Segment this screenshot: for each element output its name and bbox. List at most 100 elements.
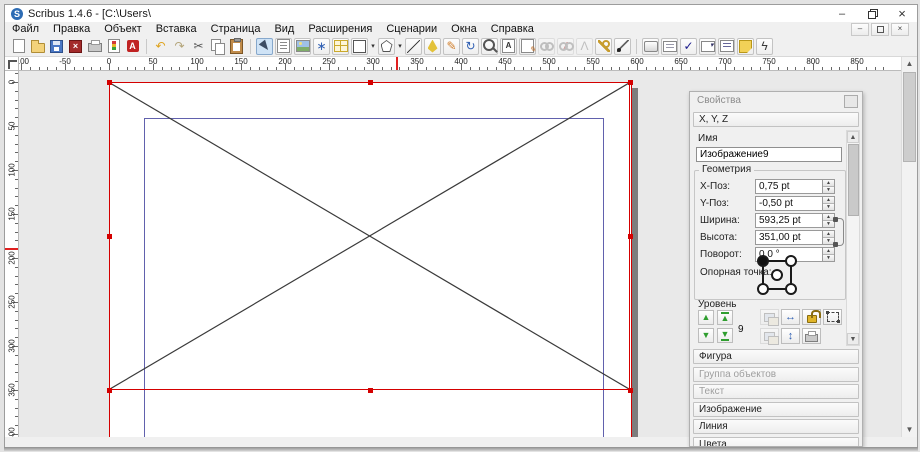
selection-handle-br[interactable] [628, 388, 633, 393]
restore-button[interactable] [857, 5, 887, 22]
rotate-item-button[interactable]: ↻ [462, 38, 479, 55]
scroll-up-icon[interactable]: ▲ [902, 57, 917, 71]
x-pos-spin-buttons[interactable]: ▲▼ [822, 180, 834, 193]
basepoint-top-left[interactable] [757, 255, 769, 267]
selection-handle-mr[interactable] [628, 234, 633, 239]
pdf-combo-box-button[interactable] [699, 38, 716, 55]
menu-item-6[interactable]: Расширения [301, 22, 379, 36]
palette-title-bar[interactable]: Свойства [690, 92, 862, 109]
menu-item-4[interactable]: Страница [204, 22, 268, 36]
insert-render-frame-button[interactable]: ∗ [313, 38, 330, 55]
section-shape[interactable]: Фигура [693, 349, 859, 364]
height-spinbox[interactable]: 351,00 pt▲▼ [755, 230, 835, 245]
measurements-button[interactable]: Λ [576, 38, 593, 55]
palette-scroll-up-icon[interactable]: ▲ [847, 131, 859, 143]
horizontal-ruler[interactable]: -100-50050100150200250300350400450500550… [19, 57, 901, 71]
minimize-button[interactable]: – [827, 5, 857, 22]
palette-scroll-down-icon[interactable]: ▼ [847, 333, 859, 345]
mdi-restore-button[interactable] [871, 23, 889, 36]
basepoint-center[interactable] [771, 269, 783, 281]
selection-handle-bl[interactable] [107, 388, 112, 393]
menu-item-5[interactable]: Вид [267, 22, 301, 36]
preflight-verifier-button[interactable] [105, 38, 122, 55]
menu-item-9[interactable]: Справка [484, 22, 541, 36]
print-button[interactable] [86, 38, 103, 55]
redo-button[interactable]: ↷ [171, 38, 188, 55]
insert-shape-button[interactable] [351, 38, 368, 55]
group-button[interactable] [760, 309, 779, 325]
object-name-input[interactable] [696, 147, 842, 162]
spin-down-icon[interactable]: ▼ [823, 254, 834, 261]
save-document-button[interactable] [48, 38, 65, 55]
ruler-origin-button[interactable] [5, 57, 19, 71]
cut-button[interactable]: ✂ [190, 38, 207, 55]
menu-item-8[interactable]: Окна [444, 22, 484, 36]
section-line[interactable]: Линия [693, 419, 859, 434]
selection-handle-tl[interactable] [107, 80, 112, 85]
story-editor-button[interactable] [519, 38, 536, 55]
paste-button[interactable] [228, 38, 245, 55]
tab-xyz[interactable]: X, Y, Z [693, 112, 859, 127]
insert-image-frame-button[interactable] [294, 38, 311, 55]
insert-text-frame-button[interactable] [275, 38, 292, 55]
palette-close-button[interactable] [844, 95, 858, 108]
palette-scrollbar-thumb[interactable] [848, 144, 859, 216]
palette-scrollbar[interactable]: ▲ ▼ [846, 130, 860, 346]
copy-properties-button[interactable] [595, 38, 612, 55]
flip-horizontal-button[interactable]: ↔ [781, 309, 800, 325]
section-image[interactable]: Изображение [693, 402, 859, 417]
pdf-push-button-button[interactable] [642, 38, 659, 55]
export-pdf-button[interactable] [124, 38, 141, 55]
width-spinbox[interactable]: 593,25 pt▲▼ [755, 213, 835, 228]
pdf-checkbox-button[interactable]: ✓ [680, 38, 697, 55]
insert-bezier-button[interactable] [424, 38, 441, 55]
menu-item-1[interactable]: Правка [46, 22, 97, 36]
insert-polygon-button[interactable] [378, 38, 395, 55]
basepoint-top-right[interactable] [785, 255, 797, 267]
pdf-text-field-button[interactable] [661, 38, 678, 55]
rotation-spin-buttons[interactable]: ▲▼ [822, 248, 834, 261]
menu-item-2[interactable]: Объект [97, 22, 148, 36]
menu-item-3[interactable]: Вставка [149, 22, 204, 36]
close-button[interactable]: × [887, 5, 917, 22]
level-to-top-button[interactable]: ▲ [717, 310, 733, 325]
spin-down-icon[interactable]: ▼ [823, 186, 834, 193]
pdf-link-annotation-button[interactable]: ϟ [756, 38, 773, 55]
new-document-button[interactable] [10, 38, 27, 55]
selection-handle-tr[interactable] [628, 80, 633, 85]
spin-down-icon[interactable]: ▼ [823, 203, 834, 210]
undo-button[interactable]: ↶ [152, 38, 169, 55]
level-to-bottom-button[interactable]: ▼ [717, 328, 733, 343]
basepoint-bottom-left[interactable] [757, 283, 769, 295]
insert-line-button[interactable] [405, 38, 422, 55]
section-group[interactable]: Группа объектов [693, 367, 859, 382]
section-text[interactable]: Текст [693, 384, 859, 399]
insert-shape-dropdown[interactable]: ▾ [369, 38, 377, 55]
y-pos-spin-buttons[interactable]: ▲▼ [822, 197, 834, 210]
level-down-button[interactable]: ▼ [698, 328, 714, 343]
image-frame-object[interactable] [109, 82, 630, 390]
link-text-frames-button[interactable] [538, 38, 555, 55]
pdf-list-box-button[interactable] [718, 38, 735, 55]
open-document-button[interactable] [29, 38, 46, 55]
copy-button[interactable] [209, 38, 226, 55]
mdi-close-button[interactable]: × [891, 23, 909, 36]
link-width-height-icon[interactable] [836, 218, 844, 246]
level-up-button[interactable]: ▲ [698, 310, 714, 325]
scroll-down-icon[interactable]: ▼ [902, 423, 917, 437]
vertical-ruler[interactable]: 050100150200250300350400 [5, 71, 19, 437]
selection-handle-tm[interactable] [368, 80, 373, 85]
select-item-button[interactable] [256, 38, 273, 55]
y-pos-spinbox[interactable]: -0,50 pt▲▼ [755, 196, 835, 211]
ungroup-button[interactable] [760, 328, 779, 344]
lock-button[interactable] [802, 309, 821, 325]
unlink-text-frames-button[interactable] [557, 38, 574, 55]
menu-item-7[interactable]: Сценарии [379, 22, 444, 36]
zoom-button[interactable] [481, 38, 498, 55]
close-document-button[interactable] [67, 38, 84, 55]
insert-freehand-button[interactable]: ✎ [443, 38, 460, 55]
mdi-minimize-button[interactable]: – [851, 23, 869, 36]
canvas-vertical-scrollbar[interactable]: ▲ ▼ [901, 57, 917, 437]
edit-contents-button[interactable] [500, 38, 517, 55]
basepoint-bottom-right[interactable] [785, 283, 797, 295]
